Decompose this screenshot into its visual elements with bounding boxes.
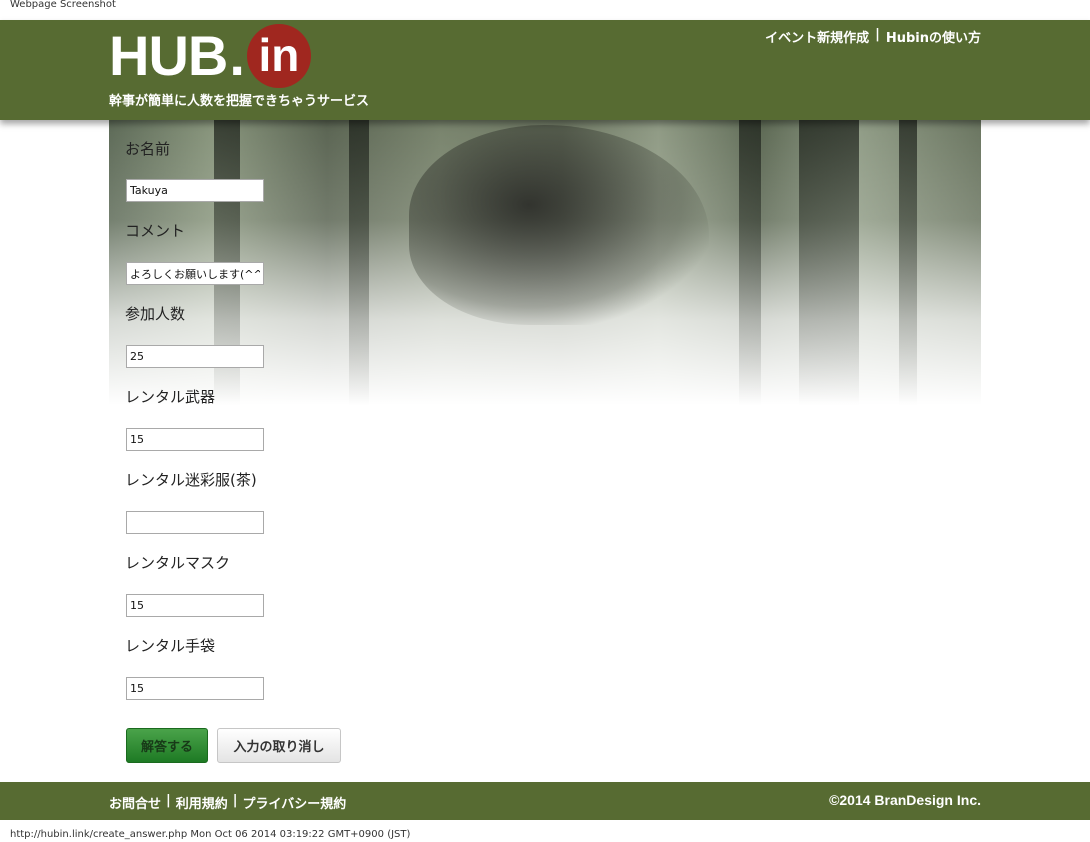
footer-terms-link[interactable]: 利用規約 [176,793,228,812]
tree-trunk [349,120,369,405]
nav-create-event-link[interactable]: イベント新規作成 [765,27,869,46]
attendees-label: 参加人数 [125,305,186,323]
name-label: お名前 [125,140,171,158]
footer-separator: | [166,793,171,808]
tree-trunk [799,120,859,405]
footer-links: お問合せ | 利用規約 | プライバシー規約 [109,793,346,812]
attendees-input[interactable] [126,345,264,368]
reset-input-button[interactable]: 入力の取り消し [217,728,341,763]
nav-separator: | [875,27,880,42]
rental-camo-label: レンタル迷彩服(茶) [125,471,257,489]
logo-hub-text: HUB [109,24,228,87]
comment-label: コメント [125,222,186,240]
submit-answer-button[interactable]: 解答する [126,728,208,763]
logo-in-text: in [258,29,300,81]
tree-trunk [739,120,761,405]
footer-separator: | [232,793,238,808]
logo-dot-text: . [229,24,245,87]
name-input[interactable] [126,179,264,202]
copyright-text: ©2014 BranDesign Inc. [829,792,981,808]
logo-red-circle: in [246,24,311,88]
soldier-silhouette [409,125,709,325]
rental-gloves-label: レンタル手袋 [125,637,216,655]
footer-privacy-link[interactable]: プライバシー規約 [243,793,347,812]
rental-mask-label: レンタルマスク [125,554,231,572]
nav-how-to-use-link[interactable]: Hubinの使い方 [886,27,981,46]
window-title: Webpage Screenshot [10,0,116,10]
comment-input[interactable] [126,262,264,285]
top-navigation: イベント新規作成 | Hubinの使い方 [765,27,981,46]
footer-contact-link[interactable]: お問合せ [109,793,161,812]
site-header: HUB . in 幹事が簡単に人数を把握できちゃうサービス イベント新規作成 |… [0,20,1090,120]
rental-weapons-label: レンタル武器 [125,388,216,406]
status-line: http://hubin.link/create_answer.php Mon … [10,829,411,840]
tree-trunk [899,120,917,405]
rental-weapons-input[interactable] [126,428,264,451]
site-logo[interactable]: HUB . in [109,24,311,88]
rental-mask-input[interactable] [126,594,264,617]
rental-camo-input[interactable] [126,511,264,534]
rental-gloves-input[interactable] [126,677,264,700]
site-footer: お問合せ | 利用規約 | プライバシー規約 ©2014 BranDesign … [0,782,1090,820]
site-tagline: 幹事が簡単に人数を把握できちゃうサービス [109,94,370,109]
